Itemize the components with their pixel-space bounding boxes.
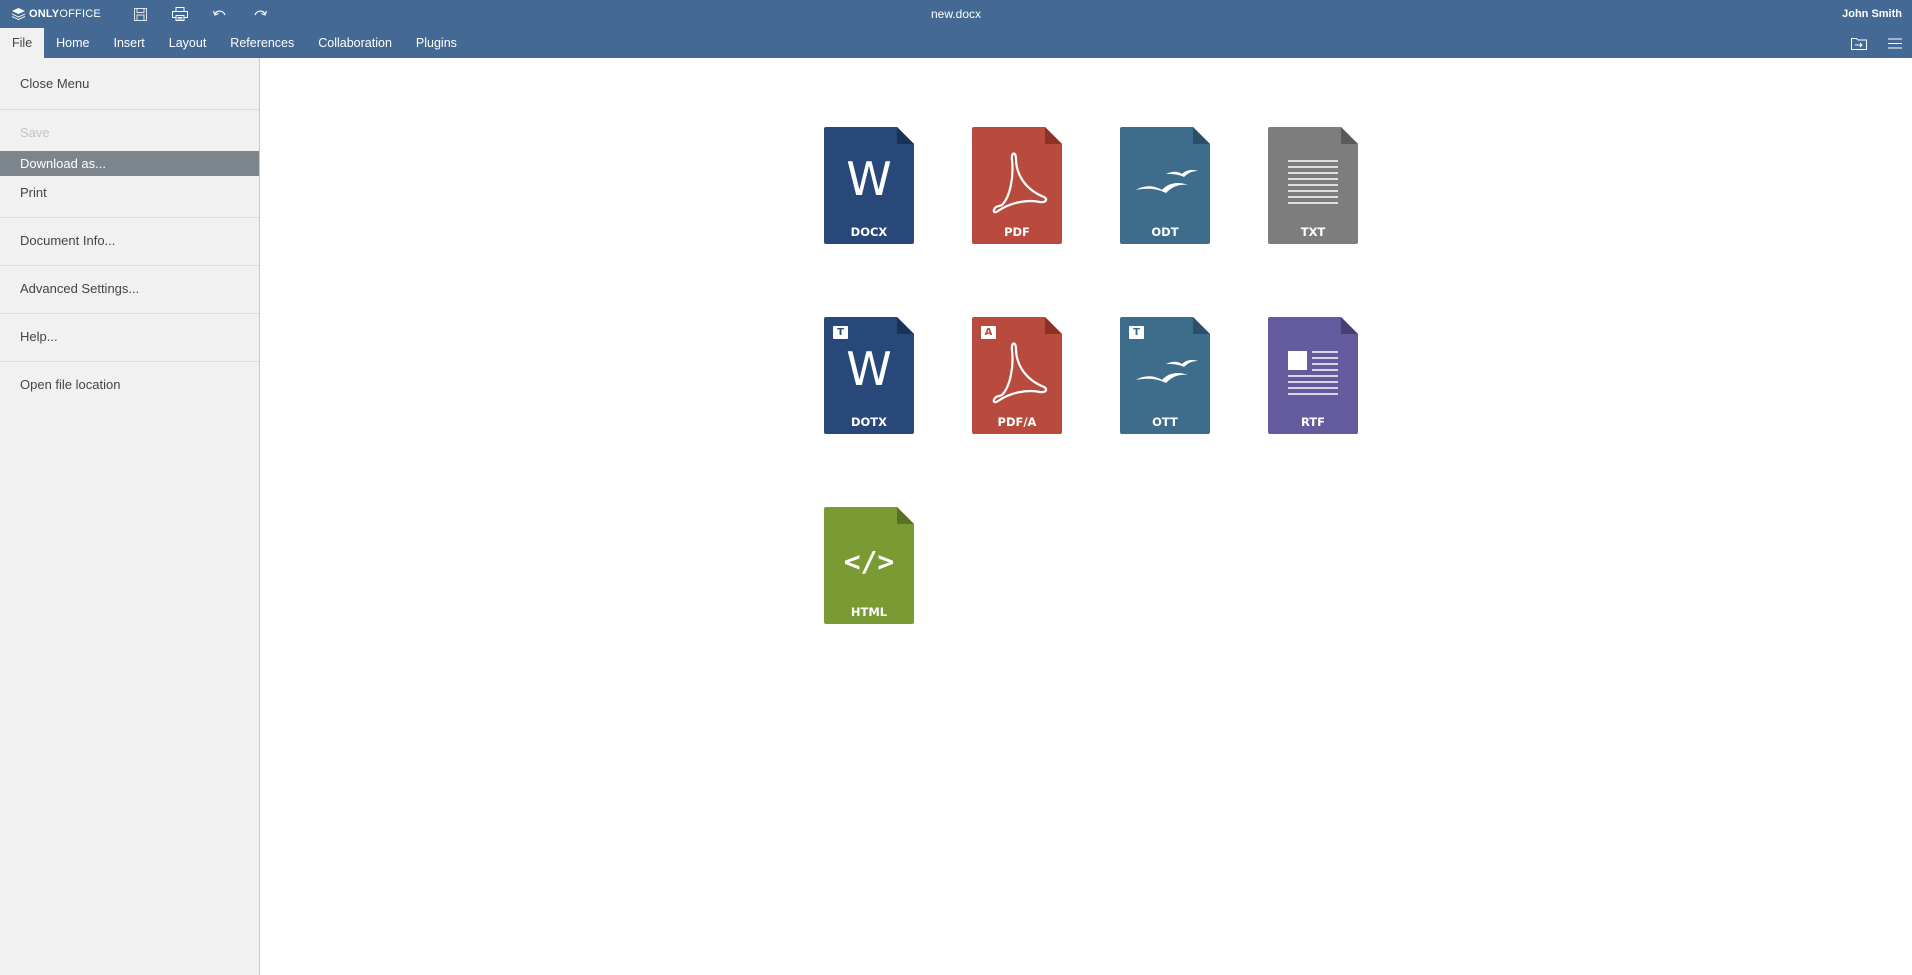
document-info-item[interactable]: Document Info... xyxy=(0,228,259,253)
advanced-settings-item[interactable]: Advanced Settings... xyxy=(0,276,259,301)
format-label: OTT xyxy=(1152,415,1178,429)
print-item[interactable]: Print xyxy=(0,180,259,205)
title-bar: ONLYOFFICE new.docx John Smith xyxy=(0,0,1912,28)
format-txt-tile[interactable]: TXT xyxy=(1268,127,1358,244)
format-label: PDF/A xyxy=(997,415,1037,429)
format-odt-tile[interactable]: ODT xyxy=(1120,127,1210,244)
format-html-tile[interactable]: </> HTML xyxy=(824,507,914,624)
format-label: DOTX xyxy=(850,415,888,429)
format-label: ODT xyxy=(1151,225,1179,239)
tab-file[interactable]: File xyxy=(0,28,45,58)
format-label: TXT xyxy=(1300,225,1326,239)
tab-references[interactable]: References xyxy=(218,28,306,58)
open-location-button[interactable] xyxy=(1848,33,1870,53)
format-label: RTF xyxy=(1300,415,1326,429)
format-rtf-tile[interactable]: RTF xyxy=(1268,317,1358,434)
close-menu-item[interactable]: Close Menu xyxy=(0,71,259,96)
download-as-item[interactable]: Download as... xyxy=(0,151,259,176)
template-badge: T xyxy=(833,326,848,339)
document-title: new.docx xyxy=(930,7,982,21)
svg-text:</>: </> xyxy=(844,545,895,578)
format-docx-tile[interactable]: W DOCX xyxy=(824,127,914,244)
view-settings-button[interactable] xyxy=(1884,33,1906,53)
tab-insert[interactable]: Insert xyxy=(102,28,157,58)
open-file-location-item[interactable]: Open file location xyxy=(0,372,259,397)
svg-text:W: W xyxy=(846,152,891,206)
user-name[interactable]: John Smith xyxy=(1842,8,1902,20)
folder-arrow-icon xyxy=(1851,37,1867,50)
save-item[interactable]: Save xyxy=(0,120,259,145)
template-badge: A xyxy=(981,326,996,339)
svg-text:W: W xyxy=(846,342,891,396)
help-item[interactable]: Help... xyxy=(0,324,259,349)
hamburger-icon xyxy=(1888,38,1902,48)
tab-layout[interactable]: Layout xyxy=(157,28,219,58)
ribbon-tabs: File Home Insert Layout References Colla… xyxy=(0,28,1912,58)
tab-plugins[interactable]: Plugins xyxy=(404,28,469,58)
menu-divider xyxy=(0,265,259,266)
menu-divider xyxy=(0,313,259,314)
tab-home[interactable]: Home xyxy=(44,28,101,58)
format-label: HTML xyxy=(850,605,888,619)
format-pdf-tile[interactable]: PDF xyxy=(972,127,1062,244)
format-dotx-tile[interactable]: W T DOTX xyxy=(824,317,914,434)
file-menu-panel: Close Menu Save Download as... Print Doc… xyxy=(0,58,260,975)
tab-collaboration[interactable]: Collaboration xyxy=(306,28,404,58)
menu-divider xyxy=(0,361,259,362)
format-pdf-a-tile[interactable]: A PDF/A xyxy=(972,317,1062,434)
template-badge: T xyxy=(1129,326,1144,339)
menu-divider xyxy=(0,109,259,110)
menu-divider xyxy=(0,217,259,218)
format-label: PDF xyxy=(1004,225,1030,239)
format-label: DOCX xyxy=(850,225,888,239)
format-ott-tile[interactable]: T OTT xyxy=(1120,317,1210,434)
